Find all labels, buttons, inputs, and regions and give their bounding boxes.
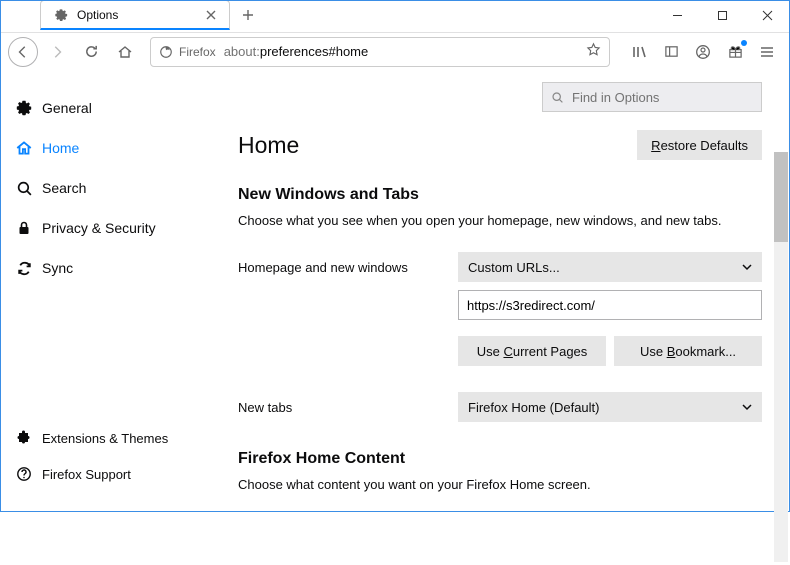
- section-desc-2: Choose what content you want on your Fir…: [238, 476, 762, 494]
- reload-button[interactable]: [76, 37, 106, 67]
- close-icon[interactable]: [203, 7, 219, 23]
- bookmark-star-icon[interactable]: [586, 42, 601, 62]
- newtabs-label: New tabs: [238, 400, 458, 415]
- chevron-down-icon: [742, 402, 752, 412]
- tab-title: Options: [77, 8, 203, 22]
- section-desc: Choose what you see when you open your h…: [238, 212, 762, 230]
- minimize-button[interactable]: [655, 0, 700, 30]
- home-button[interactable]: [110, 37, 140, 67]
- menu-button[interactable]: [752, 37, 782, 67]
- sidebar-item-search[interactable]: Search: [0, 168, 210, 208]
- section-heading-home-content: Firefox Home Content: [238, 450, 762, 468]
- sidebar-item-label: General: [42, 100, 92, 116]
- sidebar-button[interactable]: [656, 37, 686, 67]
- puzzle-icon: [14, 428, 34, 448]
- window-controls: [655, 0, 790, 30]
- toolbar: Firefox about:preferences#home: [0, 32, 790, 70]
- notification-dot-icon: [741, 40, 747, 46]
- sidebar-item-label: Privacy & Security: [42, 220, 156, 236]
- sidebar-item-label: Home: [42, 140, 79, 156]
- use-bookmark-button[interactable]: Use Bookmark...: [614, 336, 762, 366]
- new-tab-button[interactable]: [234, 1, 262, 29]
- use-current-pages-button[interactable]: Use Current Pages: [458, 336, 606, 366]
- account-button[interactable]: [688, 37, 718, 67]
- find-placeholder: Find in Options: [572, 90, 659, 105]
- forward-button[interactable]: [42, 37, 72, 67]
- find-in-options[interactable]: Find in Options: [542, 82, 762, 112]
- browser-tab[interactable]: Options: [40, 0, 230, 30]
- question-icon: [14, 464, 34, 484]
- identity-label: Firefox: [179, 45, 216, 59]
- close-window-button[interactable]: [745, 0, 790, 30]
- back-button[interactable]: [8, 37, 38, 67]
- sidebar-item-extensions[interactable]: Extensions & Themes: [0, 420, 210, 456]
- maximize-button[interactable]: [700, 0, 745, 30]
- sidebar-item-label: Extensions & Themes: [42, 431, 168, 446]
- sidebar-item-support[interactable]: Firefox Support: [0, 456, 210, 492]
- sidebar-item-label: Search: [42, 180, 86, 196]
- homepage-label: Homepage and new windows: [238, 260, 458, 275]
- page-title: Home: [238, 132, 299, 159]
- sync-icon: [14, 258, 34, 278]
- titlebar: Options: [0, 0, 790, 32]
- sidebar-item-label: Firefox Support: [42, 467, 131, 482]
- whatsnew-button[interactable]: [720, 37, 750, 67]
- gear-icon: [14, 98, 34, 118]
- homepage-url-input[interactable]: [458, 290, 762, 320]
- sidebar-item-sync[interactable]: Sync: [0, 248, 210, 288]
- restore-defaults-button[interactable]: Restore Defaults: [637, 130, 762, 160]
- scrollbar-thumb[interactable]: [774, 152, 788, 242]
- sidebar-item-home[interactable]: Home: [0, 128, 210, 168]
- search-icon: [551, 91, 564, 104]
- sidebar-item-privacy[interactable]: Privacy & Security: [0, 208, 210, 248]
- search-icon: [14, 178, 34, 198]
- gear-icon: [53, 7, 69, 23]
- firefox-logo-icon: [159, 45, 173, 59]
- lock-icon: [14, 218, 34, 238]
- newtabs-select[interactable]: Firefox Home (Default): [458, 392, 762, 422]
- url-text: about:preferences#home: [224, 44, 586, 59]
- scrollbar[interactable]: [774, 152, 788, 562]
- preferences-main: Find in Options Home Restore Defaults Ne…: [210, 70, 790, 512]
- preferences-sidebar: General Home Search Privacy & Security S…: [0, 70, 210, 512]
- identity-box[interactable]: Firefox: [159, 45, 216, 59]
- sidebar-item-label: Sync: [42, 260, 73, 276]
- chevron-down-icon: [742, 262, 752, 272]
- library-button[interactable]: [624, 37, 654, 67]
- url-bar[interactable]: Firefox about:preferences#home: [150, 37, 610, 67]
- homepage-select[interactable]: Custom URLs...: [458, 252, 762, 282]
- sidebar-item-general[interactable]: General: [0, 88, 210, 128]
- home-icon: [14, 138, 34, 158]
- section-heading-windows-tabs: New Windows and Tabs: [238, 186, 762, 204]
